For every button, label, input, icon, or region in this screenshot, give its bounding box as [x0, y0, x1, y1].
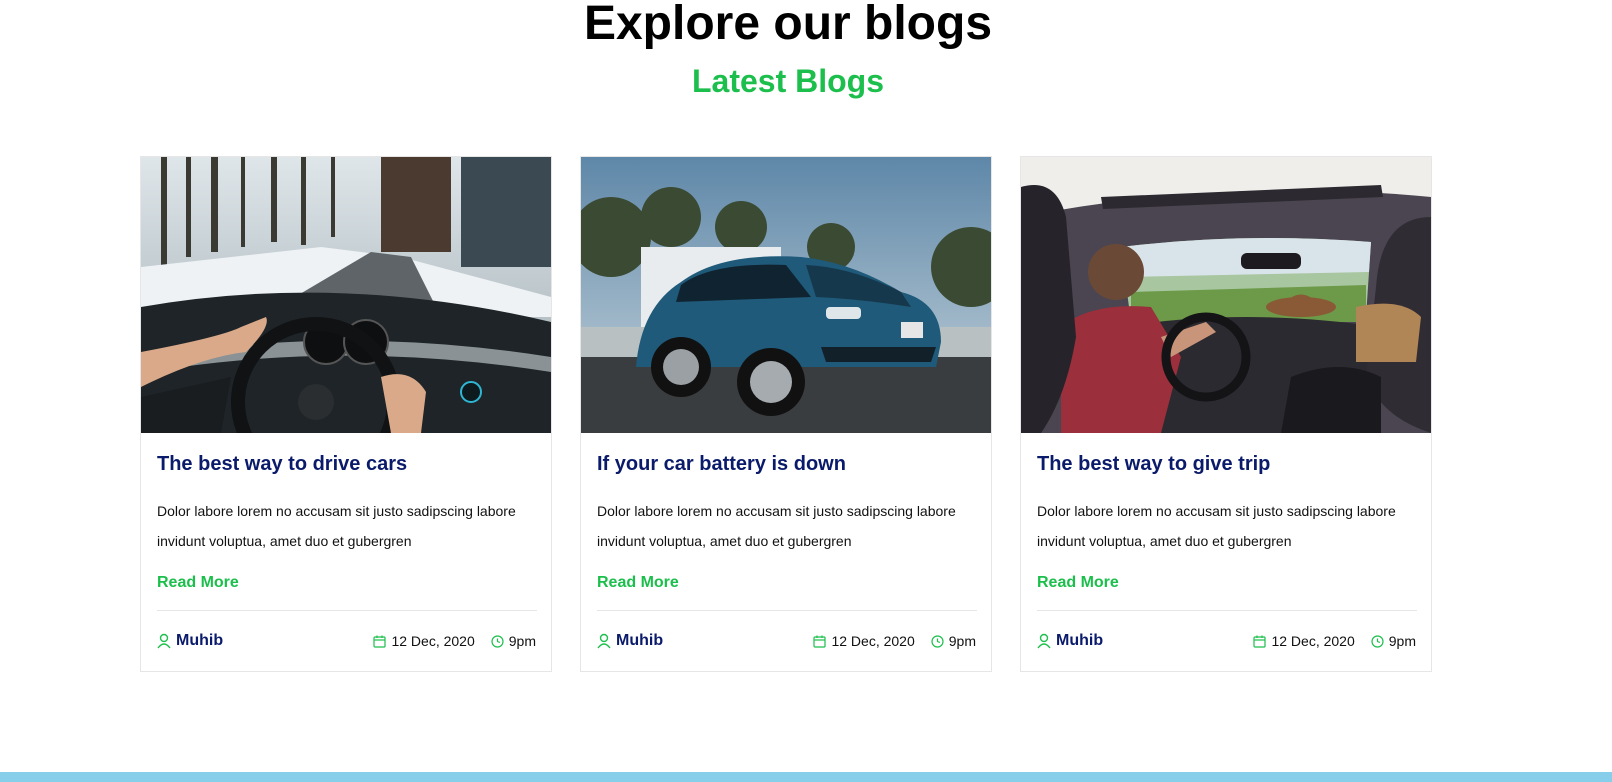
road-trip-photo[interactable] — [1021, 157, 1431, 433]
time-text: 9pm — [1388, 633, 1416, 649]
card-excerpt: Dolor labore lorem no accusam sit justo … — [1037, 503, 1396, 549]
card-title[interactable]: If your car battery is down — [597, 452, 846, 476]
post-meta: 12 Dec, 2020 9pm — [1253, 633, 1416, 649]
read-more-link[interactable]: Read More — [1037, 573, 1119, 593]
author-name: Muhib — [616, 632, 664, 649]
divider — [1037, 610, 1417, 611]
time-text: 9pm — [948, 633, 976, 649]
car-dashboard-photo[interactable] — [141, 157, 551, 433]
blog-card: If your car battery is down Dolor labore… — [580, 156, 992, 672]
divider — [157, 610, 537, 611]
read-more-link[interactable]: Read More — [157, 573, 239, 593]
calendar-icon — [1253, 635, 1267, 648]
post-date: 12 Dec, 2020 — [373, 633, 475, 649]
user-icon — [597, 633, 611, 649]
author-name: Muhib — [1056, 632, 1104, 649]
post-time: 9pm — [931, 633, 976, 649]
post-meta: 12 Dec, 2020 9pm — [813, 633, 976, 649]
blog-card: The best way to drive cars Dolor labore … — [140, 156, 552, 672]
time-text: 9pm — [508, 633, 536, 649]
post-time: 9pm — [491, 633, 536, 649]
user-icon — [157, 633, 171, 649]
section-subtitle: Latest Blogs — [691, 63, 885, 99]
post-date: 12 Dec, 2020 — [1253, 633, 1355, 649]
card-excerpt: Dolor labore lorem no accusam sit justo … — [157, 503, 516, 549]
post-meta: 12 Dec, 2020 9pm — [373, 633, 536, 649]
post-date: 12 Dec, 2020 — [813, 633, 915, 649]
blue-car-photo[interactable] — [581, 157, 991, 433]
card-excerpt: Dolor labore lorem no accusam sit justo … — [597, 503, 956, 549]
date-text: 12 Dec, 2020 — [391, 633, 475, 649]
clock-icon — [491, 634, 504, 648]
card-title[interactable]: The best way to give trip — [1037, 452, 1270, 476]
clock-icon — [1371, 634, 1384, 648]
clock-icon — [931, 634, 944, 648]
user-icon — [1037, 633, 1051, 649]
author[interactable]: Muhib — [1037, 632, 1103, 650]
divider — [597, 610, 977, 611]
date-text: 12 Dec, 2020 — [831, 633, 915, 649]
author[interactable]: Muhib — [597, 632, 663, 650]
calendar-icon — [373, 635, 387, 648]
read-more-link[interactable]: Read More — [597, 573, 679, 593]
footer-bar — [0, 772, 1612, 782]
blog-card: The best way to give trip Dolor labore l… — [1020, 156, 1432, 672]
post-time: 9pm — [1371, 633, 1416, 649]
calendar-icon — [813, 635, 827, 648]
blog-section: Explore our blogs Latest Blogs The best … — [0, 0, 1612, 782]
section-title: Explore our blogs — [583, 0, 993, 50]
author-name: Muhib — [176, 632, 224, 649]
author[interactable]: Muhib — [157, 632, 223, 650]
card-title[interactable]: The best way to drive cars — [157, 452, 407, 476]
date-text: 12 Dec, 2020 — [1271, 633, 1355, 649]
